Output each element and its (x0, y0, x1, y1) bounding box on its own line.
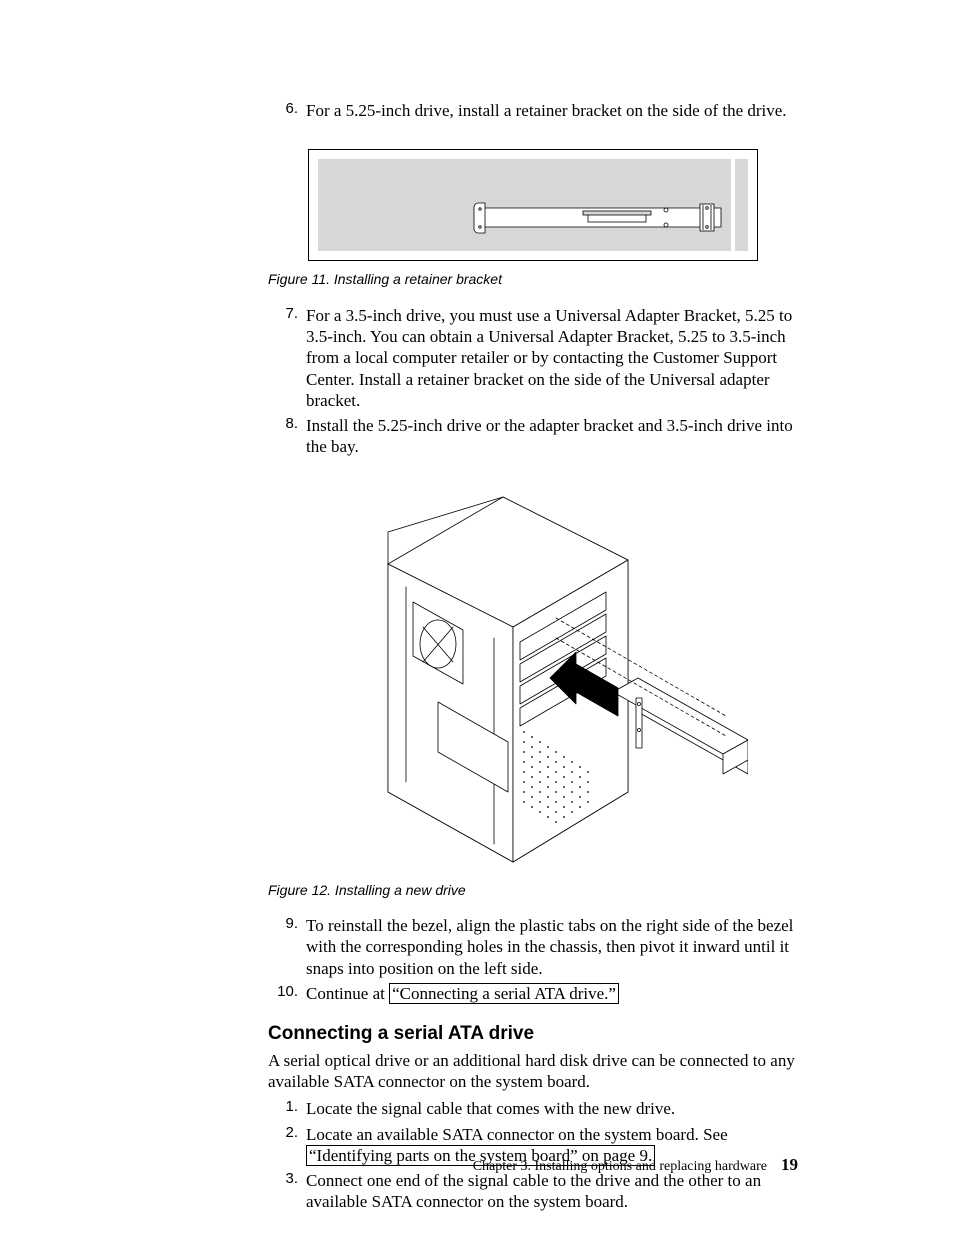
step-text: For a 3.5-inch drive, you must use a Uni… (306, 305, 798, 411)
step-text: For a 5.25-inch drive, install a retaine… (306, 100, 798, 121)
figure-12-caption: Figure 12. Installing a new drive (268, 882, 798, 900)
page-footer: Chapter 3. Installing options and replac… (473, 1154, 798, 1176)
section-heading-connecting-sata: Connecting a serial ATA drive (268, 1022, 798, 1046)
step-text-pre: Continue at (306, 984, 389, 1003)
step-marker: 1. (268, 1098, 306, 1117)
step-text: Connect one end of the signal cable to t… (306, 1170, 798, 1213)
step-marker: 8. (268, 415, 306, 434)
retainer-bracket-illustration (308, 149, 758, 261)
step-marker: 10. (268, 983, 306, 1002)
section-lead: A serial optical drive or an additional … (268, 1050, 798, 1093)
xref-connecting-sata[interactable]: “Connecting a serial ATA drive.” (389, 983, 619, 1004)
step-marker: 9. (268, 915, 306, 934)
step-text: Continue at “Connecting a serial ATA dri… (306, 983, 798, 1004)
step-text-pre: Locate an available SATA connector on th… (306, 1125, 728, 1144)
step-7: 7. For a 3.5-inch drive, you must use a … (268, 305, 798, 411)
step-text: Install the 5.25-inch drive or the adapt… (306, 415, 798, 458)
step-marker: 2. (268, 1124, 306, 1143)
figure-12-art (268, 492, 798, 872)
figure-11-caption: Figure 11. Installing a retainer bracket (268, 271, 798, 289)
figure-11-art (268, 149, 798, 261)
install-drive-illustration (318, 492, 748, 872)
step-10: 10. Continue at “Connecting a serial ATA… (268, 983, 798, 1004)
substep-3: 3. Connect one end of the signal cable t… (268, 1170, 798, 1213)
step-8: 8. Install the 5.25-inch drive or the ad… (268, 415, 798, 458)
step-6: 6. For a 5.25-inch drive, install a reta… (268, 100, 798, 121)
step-marker: 6. (268, 100, 306, 119)
step-9: 9. To reinstall the bezel, align the pla… (268, 915, 798, 979)
step-marker: 3. (268, 1170, 306, 1189)
substep-1: 1. Locate the signal cable that comes wi… (268, 1098, 798, 1119)
step-marker: 7. (268, 305, 306, 324)
step-text: Locate the signal cable that comes with … (306, 1098, 798, 1119)
step-text: To reinstall the bezel, align the plasti… (306, 915, 798, 979)
footer-page-number: 19 (781, 1154, 798, 1175)
footer-chapter: Chapter 3. Installing options and replac… (473, 1158, 767, 1176)
